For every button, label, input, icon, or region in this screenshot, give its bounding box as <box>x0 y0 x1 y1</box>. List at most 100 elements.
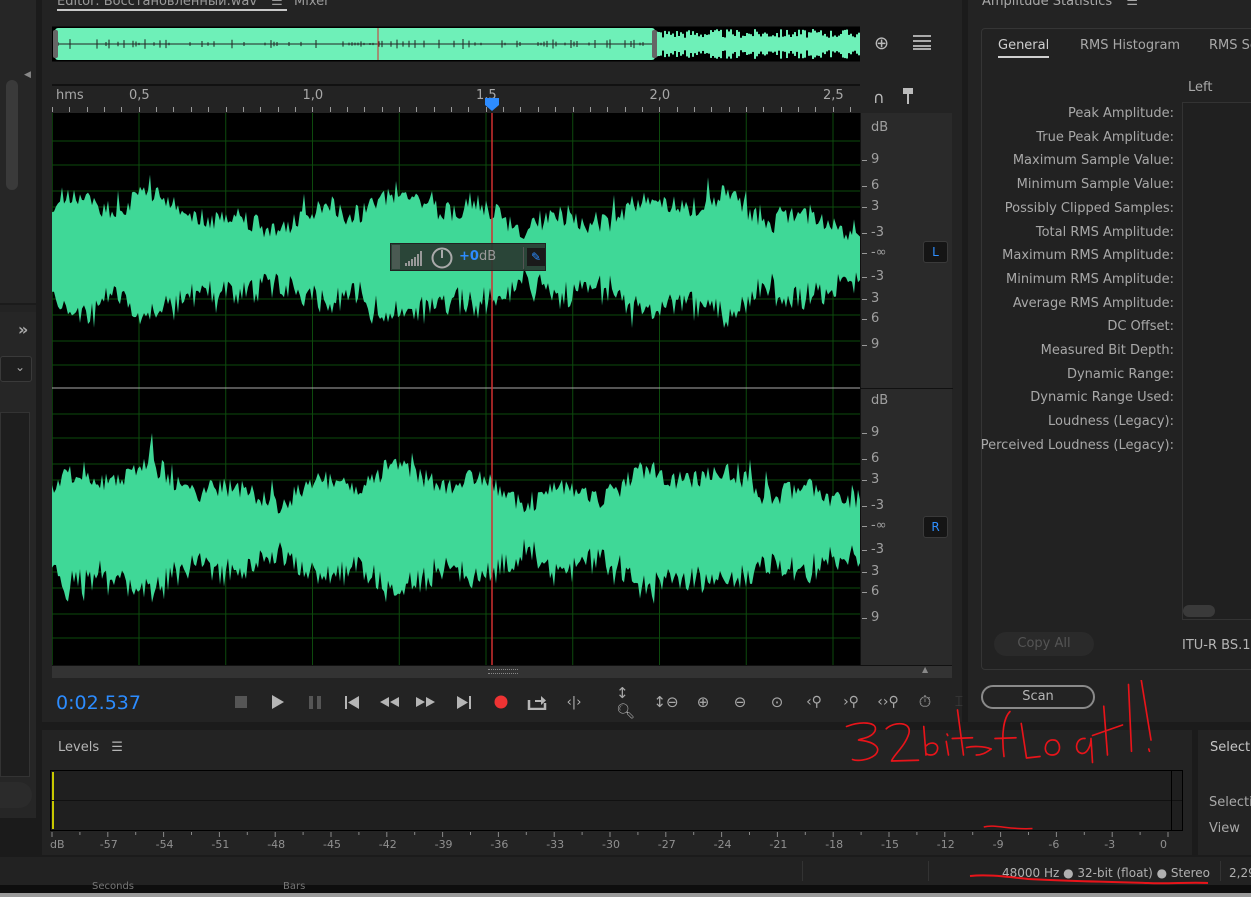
scroll-up-icon[interactable]: ▲ <box>922 665 928 674</box>
collapse-left-icon[interactable]: ◀ <box>24 70 31 80</box>
stat-label: Peak Amplitude: <box>1068 106 1174 121</box>
ruler-tick <box>728 107 730 112</box>
snap-magnet-icon[interactable]: ∩ <box>873 88 885 107</box>
zoom-in-time-button[interactable]: ⊕ <box>690 690 716 714</box>
db-tick <box>862 459 867 460</box>
copy-all-button[interactable]: Copy All <box>994 632 1094 656</box>
ruler-tick <box>416 107 418 112</box>
hud-volume-control[interactable]: +0 dB ✎ <box>390 243 546 271</box>
stat-label: Measured Bit Depth: <box>1040 343 1174 358</box>
zoom-navigator-icon[interactable]: ⊕ <box>874 33 889 54</box>
tab-rms-histogram[interactable]: RMS Histogram <box>1080 38 1180 53</box>
overview-handle-right[interactable] <box>652 30 657 58</box>
db-scale-label: 9 <box>871 610 880 625</box>
db-unit-label: dB <box>871 120 889 135</box>
stat-label: DC Offset: <box>1107 319 1174 335</box>
bars-label: Bars <box>283 881 306 892</box>
db-tick <box>862 319 867 320</box>
zoom-in-selection-end-button[interactable]: ›⚲ <box>838 690 864 714</box>
stat-label: Possibly Clipped Samples: <box>1004 200 1174 216</box>
marker-pin-icon[interactable] <box>903 88 913 104</box>
waveform-display[interactable]: +0 dB ✎ <box>52 113 860 665</box>
channel-divider <box>861 388 953 389</box>
overview-handle-left[interactable] <box>53 30 58 58</box>
hamburger-icon[interactable]: ☰ <box>1126 0 1138 9</box>
tab-rms-settings[interactable]: RMS Se <box>1209 38 1251 53</box>
record-button[interactable] <box>488 690 514 714</box>
scan-button[interactable]: Scan <box>981 685 1095 709</box>
ruler-tick <box>52 107 53 112</box>
current-time-display[interactable]: 0:02.537 <box>56 692 141 714</box>
ruler-tick <box>433 107 435 112</box>
zoom-in-selection-start-button[interactable]: ‹⚲ <box>801 690 827 714</box>
hud-volume-value[interactable]: +0 <box>459 249 479 264</box>
zoom-timer-icon[interactable]: ⏱ <box>912 690 938 714</box>
ruler-tick <box>242 107 244 112</box>
ruler-tick <box>277 107 279 112</box>
stat-label: Maximum RMS Amplitude: <box>1002 248 1174 264</box>
rewind-button[interactable] <box>377 690 403 714</box>
ruler-tick <box>555 107 557 112</box>
effects-list[interactable] <box>0 412 30 777</box>
vertical-scrollbar[interactable] <box>6 80 18 190</box>
ruler-tick <box>850 107 852 112</box>
meter-clip-divider <box>1171 771 1172 830</box>
ruler-tick-label: 2,0 <box>649 88 671 103</box>
play-button[interactable] <box>265 690 291 714</box>
zoom-in-amplitude-button[interactable]: ↕🔍︎ <box>616 684 642 720</box>
waveform-canvas <box>52 113 860 665</box>
db-scale-label: 9 <box>871 152 880 167</box>
time-ruler[interactable]: hms 0,51,01,52,02,53,03,54,04,5 <box>52 84 1191 113</box>
chevron-down-icon: ⌄ <box>15 360 26 374</box>
zoom-out-amplitude-button[interactable]: ↕⊖ <box>653 690 679 714</box>
stop-button[interactable] <box>228 690 254 714</box>
scroll-grip[interactable] <box>488 669 518 674</box>
stat-label: True Peak Amplitude: <box>1036 129 1174 145</box>
hamburger-icon[interactable]: ☰ <box>271 0 283 9</box>
hamburger-icon[interactable]: ☰ <box>111 740 123 755</box>
overview-navigator[interactable] <box>52 26 860 62</box>
skip-selection-button[interactable]: ‹|› <box>561 690 587 714</box>
go-to-end-button[interactable] <box>451 690 477 714</box>
zoom-out-full-button[interactable]: ⊙ <box>764 690 790 714</box>
display-options-icon[interactable] <box>913 35 931 50</box>
waveform-right-channel <box>52 432 860 604</box>
hud-drag-handle[interactable] <box>392 245 400 269</box>
ruler-tick <box>763 107 765 112</box>
ruler-tick <box>190 107 192 112</box>
statistics-horizontal-scrollbar[interactable] <box>1183 605 1215 617</box>
ruler-tick <box>69 107 71 112</box>
preset-dropdown[interactable]: ⌄ <box>0 356 32 382</box>
loop-playback-button[interactable] <box>524 690 550 714</box>
zoom-out-time-button[interactable]: ⊖ <box>727 690 753 714</box>
ruler-tick <box>329 107 331 112</box>
playhead-marker[interactable] <box>484 96 500 112</box>
meter-scale-label: -39 <box>434 838 453 851</box>
pause-button[interactable] <box>302 690 328 714</box>
meter-scale-label: -30 <box>602 838 620 851</box>
channel-left-toggle[interactable]: L <box>923 241 948 263</box>
column-header-left: Left <box>1188 80 1213 95</box>
expand-panel-icon[interactable]: » <box>18 320 28 339</box>
ruler-tick <box>815 107 817 112</box>
pin-hud-icon[interactable]: ✎ <box>527 248 545 266</box>
db-scale-label: 9 <box>871 337 880 352</box>
db-scale-label: -∞ <box>871 518 887 533</box>
stat-label: Dynamic Range: <box>1066 366 1174 382</box>
statistics-values-column <box>1182 102 1251 620</box>
horizontal-scrollbar[interactable]: ▲ <box>52 665 952 678</box>
tab-general[interactable]: General <box>998 38 1050 58</box>
levels-title: Levels ☰ <box>58 740 123 755</box>
files-panel: ◀ <box>0 0 36 305</box>
tab-editor[interactable]: Editor: Восстановленный.wav ☰ <box>57 0 287 11</box>
go-to-start-button[interactable] <box>339 690 365 714</box>
meter-scale-label: -51 <box>211 838 230 851</box>
stat-label: Minimum RMS Amplitude: <box>1005 271 1174 287</box>
apply-button[interactable] <box>0 782 32 808</box>
volume-knob-icon[interactable] <box>431 247 453 269</box>
fast-forward-button[interactable] <box>413 690 439 714</box>
zoom-to-selection-button[interactable]: ‹›⚲ <box>875 690 901 714</box>
tab-mixer[interactable]: Mixer <box>294 0 329 9</box>
db-unit-label: dB <box>871 393 889 408</box>
channel-right-toggle[interactable]: R <box>923 516 948 538</box>
